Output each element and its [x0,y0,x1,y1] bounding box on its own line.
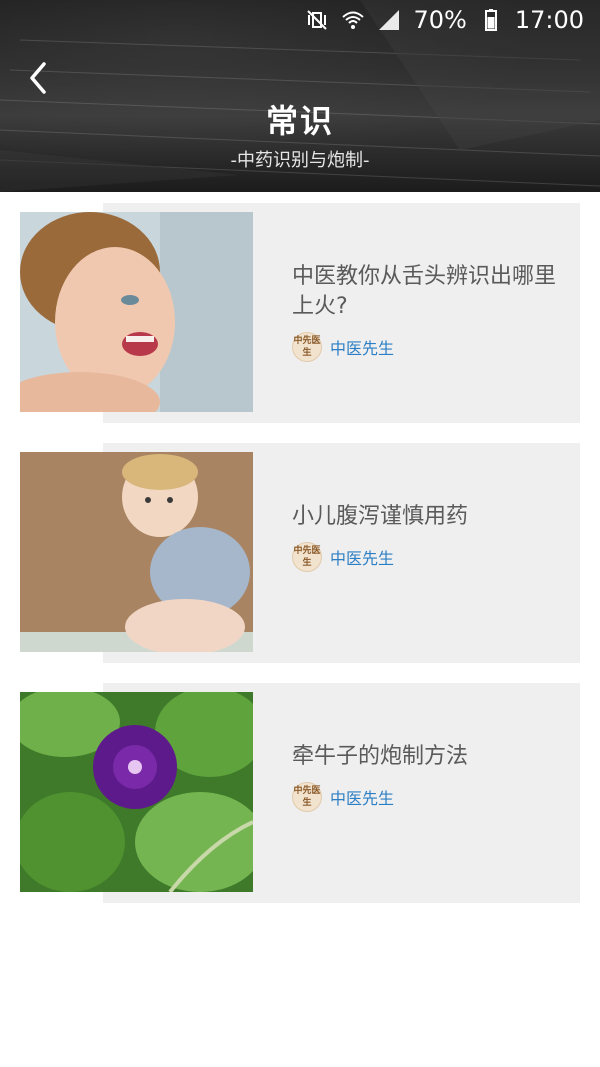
author-row: 中先医生 中医先生 [292,542,394,572]
page-subtitle: -中药识别与炮制- [230,150,370,171]
battery-percent: 70% [413,6,467,34]
header: 70% 17:00 常识 -中药识别与炮制- [0,0,600,192]
author-name[interactable]: 中医先生 [330,335,394,359]
article-card[interactable]: 小儿腹泻谨慎用药 中先医生 中医先生 [0,432,600,663]
article-thumbnail [20,212,253,412]
battery-icon [484,9,497,31]
article-card[interactable]: 牵牛子的炮制方法 中先医生 中医先生 [0,672,600,903]
author-name[interactable]: 中医先生 [330,545,394,569]
author-avatar: 中先医生 [292,332,322,362]
author-name[interactable]: 中医先生 [330,785,394,809]
article-card[interactable]: 中医教你从舌头辨识出哪里上火? 中先医生 中医先生 [0,192,600,423]
article-title[interactable]: 牵牛子的炮制方法 [292,742,577,772]
back-button[interactable] [24,58,54,98]
author-row: 中先医生 中医先生 [292,782,394,812]
author-avatar: 中先医生 [292,542,322,572]
status-bar: 70% 17:00 [0,0,600,44]
article-title[interactable]: 小儿腹泻谨慎用药 [292,502,577,532]
author-row: 中先医生 中医先生 [292,332,394,362]
article-title[interactable]: 中医教你从舌头辨识出哪里上火? [292,262,577,322]
page-title: 常识 [265,102,334,140]
signal-icon [379,10,400,30]
wifi-icon [342,11,365,29]
clock: 17:00 [514,6,584,34]
article-thumbnail [20,692,253,892]
article-thumbnail [20,452,253,652]
author-avatar: 中先医生 [292,782,322,812]
mute-vibrate-icon [307,10,328,30]
